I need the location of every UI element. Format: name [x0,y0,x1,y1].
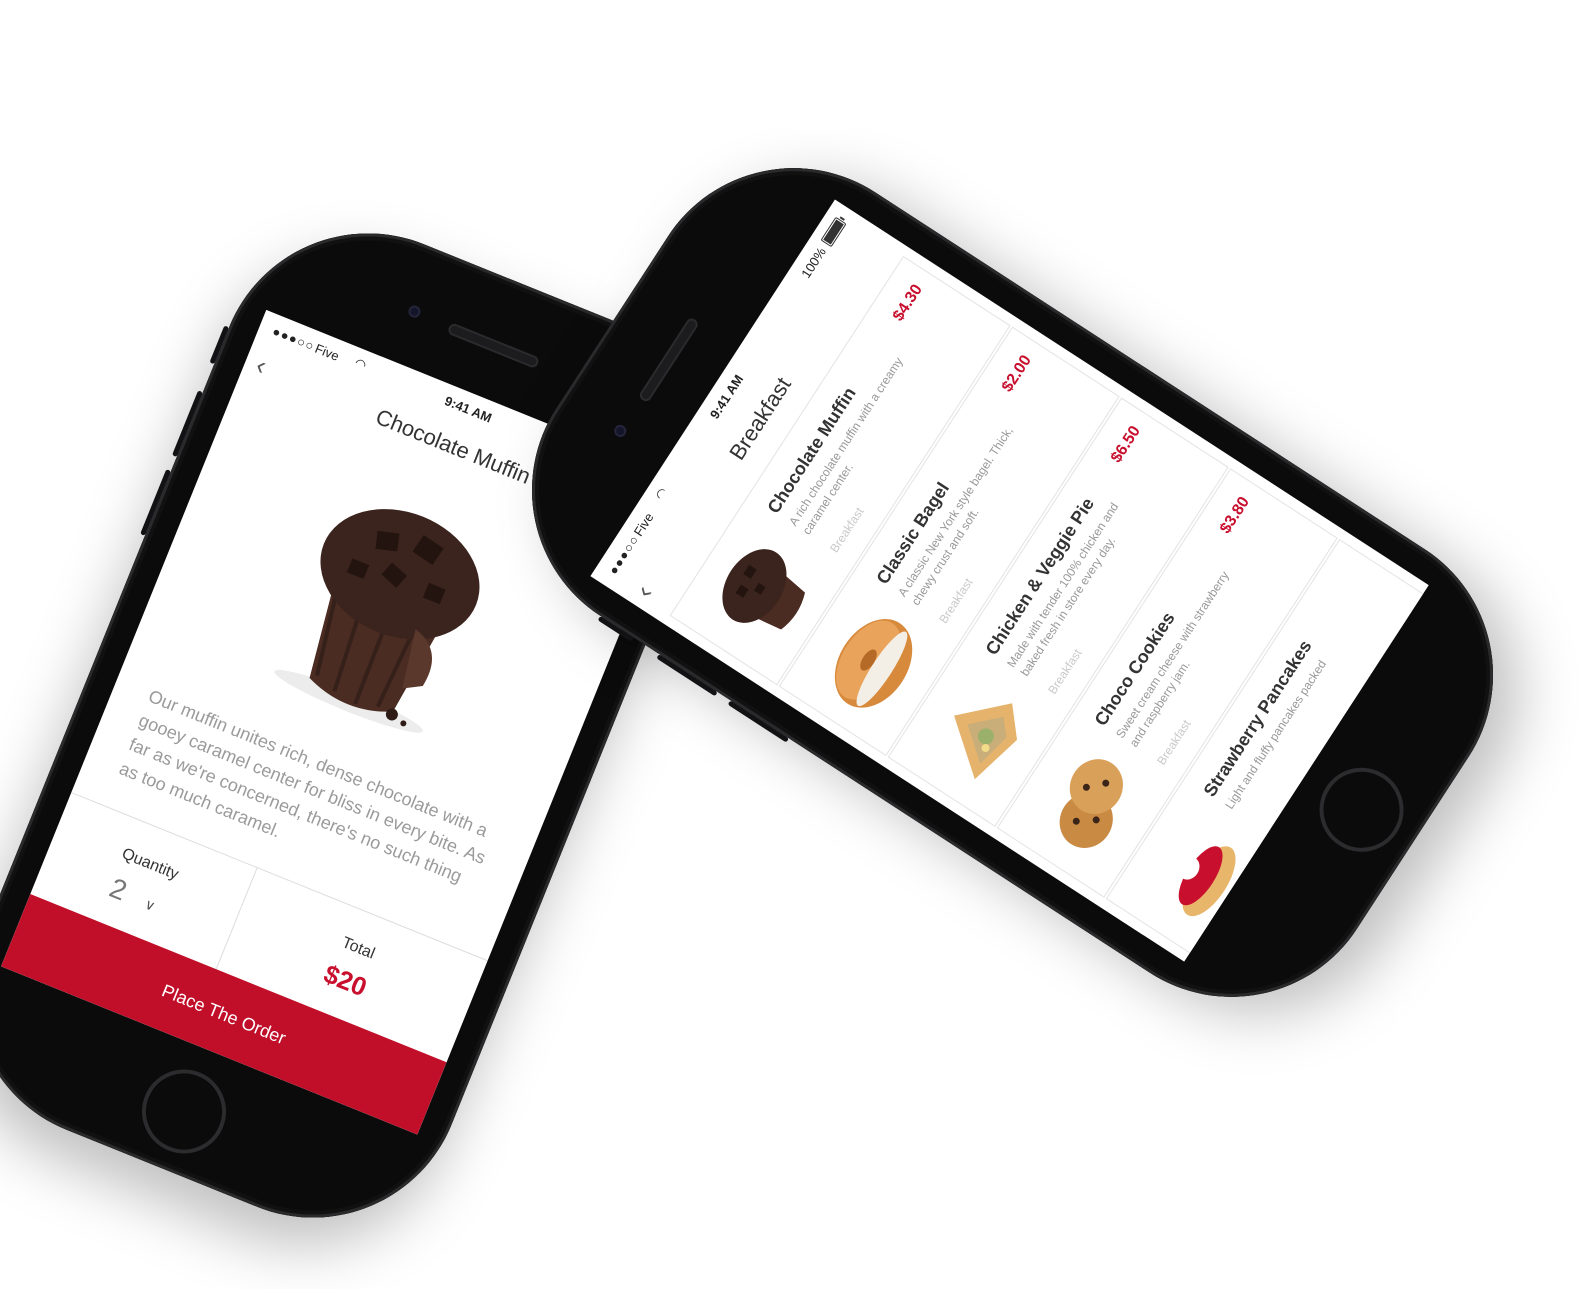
home-button[interactable] [129,1056,239,1167]
earpiece [446,322,541,370]
item-price: $2.00 [998,352,1035,396]
mute-switch [209,325,230,365]
quantity-value[interactable]: 2 [105,872,131,908]
item-category: Breakfast [827,504,867,556]
battery-percent: 100% [798,244,829,281]
earpiece [637,316,700,404]
volume-up-button [171,390,203,458]
item-category: Breakfast [1045,646,1085,697]
item-price: $3.80 [1216,493,1253,537]
item-category: Breakfast [936,575,976,626]
front-camera [611,422,629,440]
home-button[interactable] [1303,751,1420,868]
volume-down-button [727,700,790,743]
volume-down-button [140,469,172,536]
item-category: Breakfast [1154,717,1194,768]
menu-screen: ●●●○○ Five ◠ 9:41 AM 100% ‹ Breakfast Ch… [590,199,1429,962]
volume-up-button [656,654,718,697]
phone-menu: ●●●○○ Five ◠ 9:41 AM 100% ‹ Breakfast Ch… [474,110,1551,1055]
chevron-down-icon[interactable]: ∨ [142,895,157,915]
product-image [274,509,480,733]
front-camera [406,303,423,320]
item-price: $6.50 [1107,423,1144,466]
item-price: $4.30 [889,281,926,325]
battery-icon [820,216,847,248]
